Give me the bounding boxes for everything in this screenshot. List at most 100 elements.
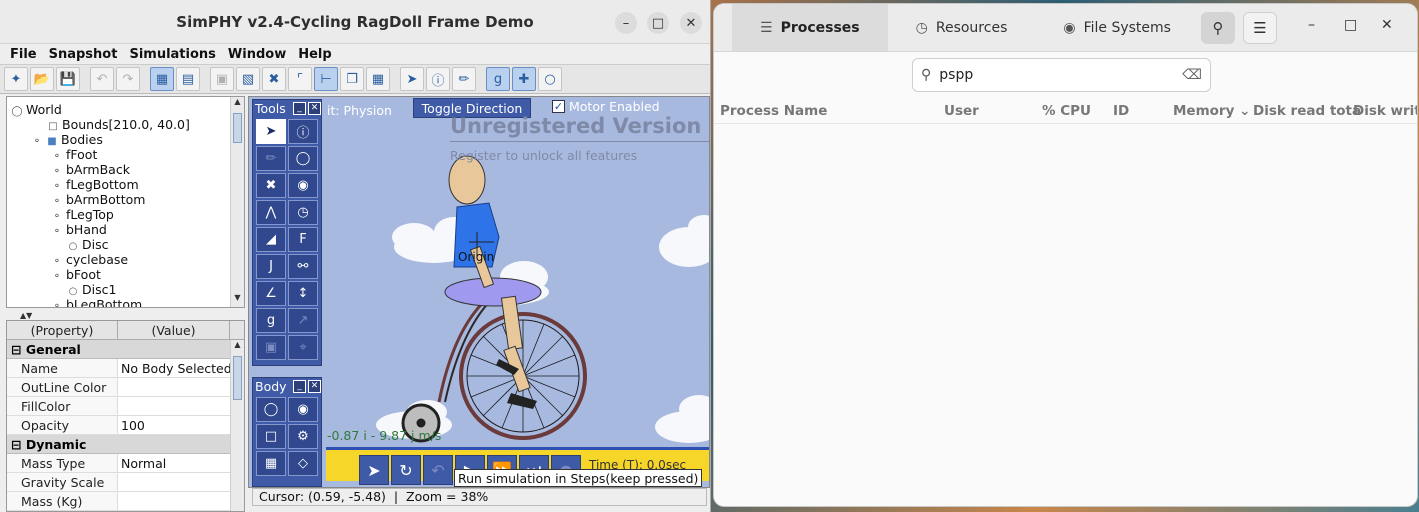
info-tool-icon[interactable]: ⓘ: [288, 119, 318, 144]
prop-row[interactable]: Opacity 100: [7, 416, 244, 435]
tools-panel-header[interactable]: Tools _ ✕: [253, 100, 321, 116]
tree-item[interactable]: ⚬ fLegTop: [51, 207, 114, 222]
spring-tool-icon[interactable]: ⌖: [288, 335, 318, 360]
minimize-icon[interactable]: –: [615, 12, 637, 34]
gravity-icon[interactable]: g: [486, 67, 510, 91]
tree-item-bodies[interactable]: ⚬ ■ Bodies: [31, 132, 103, 147]
redo-icon[interactable]: ↷: [116, 67, 140, 91]
prop-row[interactable]: Mass Type Normal: [7, 454, 244, 473]
col-memory[interactable]: Memory ⌄: [1173, 103, 1250, 119]
impulse-tool-icon[interactable]: J: [256, 254, 286, 279]
rect-body-icon[interactable]: □: [256, 424, 286, 449]
scroll-thumb[interactable]: [233, 356, 242, 400]
tree-item[interactable]: ⚬ fLegBottom: [51, 177, 139, 192]
props-scrollbar[interactable]: ▲: [230, 340, 244, 511]
force-tool-icon[interactable]: F: [288, 227, 318, 252]
joint-tool-icon[interactable]: ⚯: [288, 254, 318, 279]
col-disk-read[interactable]: Disk read tota: [1253, 103, 1361, 119]
menu-snapshot[interactable]: Snapshot: [49, 47, 118, 62]
tree-item[interactable]: ⚬ bArmBottom: [51, 192, 146, 207]
pointer-icon[interactable]: ➤: [359, 455, 389, 485]
measure-tool-icon[interactable]: ↕: [288, 281, 318, 306]
select-tool-icon[interactable]: ➤: [256, 119, 286, 144]
minimize-icon[interactable]: –: [1308, 17, 1315, 33]
angle-tool-icon[interactable]: ∠: [256, 281, 286, 306]
menu-help[interactable]: Help: [298, 47, 331, 62]
tab-resources[interactable]: ◷ Resources: [888, 4, 1036, 51]
undo-icon[interactable]: ↶: [90, 67, 114, 91]
scroll-up-icon[interactable]: ▲: [231, 340, 244, 354]
tree-view-icon[interactable]: ▦: [150, 67, 174, 91]
scroll-thumb[interactable]: [233, 113, 242, 143]
circle-body-icon[interactable]: ◯: [256, 397, 286, 422]
close-icon[interactable]: ✕: [680, 12, 702, 34]
tree-item[interactable]: ⚬ bHand: [51, 222, 107, 237]
select-move-icon[interactable]: ✚: [512, 67, 536, 91]
col-disk-write[interactable]: Disk writ: [1353, 103, 1417, 119]
prop-row[interactable]: Name No Body Selected: [7, 359, 244, 378]
undo-step-icon[interactable]: ↶: [423, 455, 453, 485]
mouse-icon[interactable]: ○: [538, 67, 562, 91]
tree-item[interactable]: ○ Disc1: [67, 282, 117, 297]
search-value[interactable]: pspp: [939, 67, 973, 83]
tools-icon[interactable]: ✖: [262, 67, 286, 91]
tree-item[interactable]: ⚬ cyclebase: [51, 252, 128, 267]
checkbox-icon[interactable]: ✓: [552, 100, 565, 113]
menu-simulations[interactable]: Simulations: [129, 47, 215, 62]
maximize-icon[interactable]: □: [647, 12, 669, 34]
clear-search-icon[interactable]: ⌫: [1182, 67, 1202, 83]
minimize-icon[interactable]: _: [293, 101, 306, 115]
gear-icon[interactable]: ⚙: [288, 424, 318, 449]
info-icon[interactable]: ⓘ: [426, 67, 450, 91]
section-dynamic[interactable]: ⊟ Dynamic: [7, 435, 244, 454]
close-icon[interactable]: ✕: [308, 101, 321, 115]
close-icon[interactable]: ✕: [308, 379, 321, 393]
pin-icon[interactable]: ➤: [400, 67, 424, 91]
property-table[interactable]: (Property) (Value) ⊟ General Name No Body…: [6, 320, 245, 512]
axes-icon[interactable]: ⊢: [314, 67, 338, 91]
main-menu-button[interactable]: ☰: [1243, 12, 1277, 44]
grid-icon[interactable]: ▦: [366, 67, 390, 91]
attach-icon[interactable]: ✏: [452, 67, 476, 91]
ruler-icon[interactable]: ⌜: [288, 67, 312, 91]
tab-file-systems[interactable]: ◉ File Systems: [1035, 4, 1199, 51]
vector-tool-icon[interactable]: ↗: [288, 308, 318, 333]
save-icon[interactable]: 💾: [56, 67, 80, 91]
tree-item[interactable]: ⚬ bFoot: [51, 267, 101, 282]
tree-item[interactable]: ⚬ bArmBack: [51, 162, 130, 177]
scroll-up-icon[interactable]: ▲: [231, 97, 244, 111]
col-cpu[interactable]: % CPU: [1042, 103, 1091, 119]
panel-icon[interactable]: ▧: [236, 67, 260, 91]
open-folder-icon[interactable]: 📂: [30, 67, 54, 91]
col-id[interactable]: ID: [1113, 103, 1129, 119]
tree-item[interactable]: ⚬ bLegBottom: [51, 297, 142, 307]
scroll-down-icon[interactable]: ▼: [231, 293, 244, 307]
tree-item[interactable]: ○ Disc: [67, 237, 109, 252]
prop-row[interactable]: FillColor: [7, 397, 244, 416]
disc-body-icon[interactable]: ◉: [288, 397, 318, 422]
pen-tool-icon[interactable]: ✏: [256, 146, 286, 171]
object-tree[interactable]: ◯ World □ Bounds[210.0, 40.0] ⚬ ■ Bodies ⚬ fF…: [6, 96, 245, 308]
prop-row[interactable]: Mass (Kg): [7, 492, 244, 511]
body-panel-header[interactable]: Body _ ✕: [253, 378, 321, 394]
simulation-canvas[interactable]: it: Physion Toggle Direction ✓ Motor Enab…: [248, 96, 710, 488]
graph-tool-icon[interactable]: ⋀: [256, 200, 286, 225]
process-search-input[interactable]: ⚲ pspp ⌫: [912, 58, 1211, 92]
incline-tool-icon[interactable]: ◢: [256, 227, 286, 252]
minimize-icon[interactable]: _: [293, 379, 306, 393]
tree-item[interactable]: □ Bounds[210.0, 40.0]: [47, 117, 190, 132]
polygon-body-icon[interactable]: ◇: [288, 451, 318, 476]
motor-enabled-checkbox[interactable]: ✓ Motor Enabled: [552, 99, 660, 114]
tree-item-world[interactable]: ◯ World: [11, 102, 61, 117]
tree-scrollbar[interactable]: ▲ ▼: [230, 97, 244, 307]
splitter-icon[interactable]: ▲▼: [20, 311, 32, 320]
gravity-tool-icon[interactable]: g: [256, 308, 286, 333]
copy-icon[interactable]: ❐: [340, 67, 364, 91]
mouse-tool-icon[interactable]: ◯: [288, 146, 318, 171]
new-file-icon[interactable]: ✦: [4, 67, 28, 91]
camera-tool-icon[interactable]: ◉: [288, 173, 318, 198]
col-process-name[interactable]: Process Name: [720, 103, 827, 119]
layer-icon[interactable]: ▣: [210, 67, 234, 91]
motor-tool-icon[interactable]: ▣: [256, 335, 286, 360]
menu-file[interactable]: File: [10, 47, 37, 62]
